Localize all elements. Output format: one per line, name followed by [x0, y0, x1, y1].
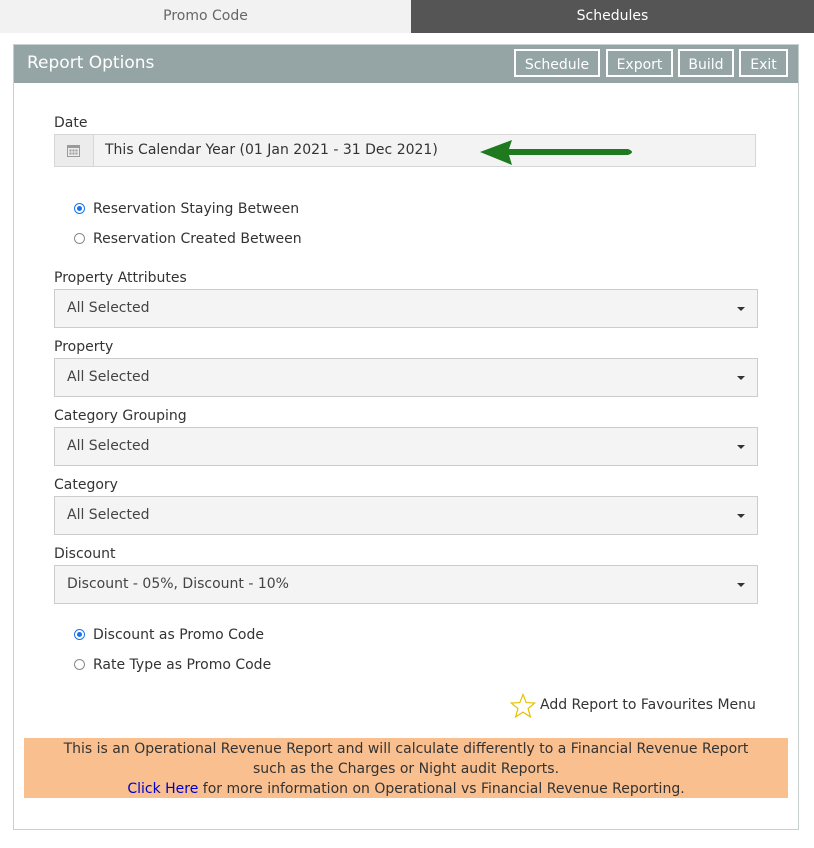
radio-label: Discount as Promo Code: [93, 627, 264, 643]
property-attributes-select[interactable]: All Selected: [54, 289, 758, 328]
caret-down-icon: [737, 445, 745, 449]
select-value: Discount - 05%, Discount - 10%: [67, 576, 289, 592]
select-value: All Selected: [67, 369, 150, 385]
notice-line-3: Click Here for more information on Opera…: [24, 779, 788, 799]
property-select[interactable]: All Selected: [54, 358, 758, 397]
tab-bar: Promo Code Schedules: [0, 0, 814, 33]
caret-down-icon: [737, 583, 745, 587]
select-value: All Selected: [67, 507, 150, 523]
schedule-button[interactable]: Schedule: [514, 49, 600, 77]
panel-header: Report Options Schedule Export Build Exi…: [14, 45, 798, 83]
category-grouping-select[interactable]: All Selected: [54, 427, 758, 466]
build-button[interactable]: Build: [678, 49, 734, 77]
exit-button[interactable]: Exit: [739, 49, 788, 77]
radio-label: Reservation Created Between: [93, 231, 302, 247]
property-label: Property: [54, 339, 114, 355]
radio-label: Reservation Staying Between: [93, 201, 300, 217]
select-value: All Selected: [67, 300, 150, 316]
property-attributes-label: Property Attributes: [54, 270, 187, 286]
radio-button[interactable]: [74, 203, 85, 214]
tab-schedules[interactable]: Schedules: [411, 0, 814, 33]
date-addon[interactable]: [55, 135, 94, 166]
caret-down-icon: [737, 307, 745, 311]
radio-button[interactable]: [74, 233, 85, 244]
tab-promo-code[interactable]: Promo Code: [0, 0, 411, 33]
radio-reservation-created[interactable]: Reservation Created Between: [74, 230, 334, 248]
category-grouping-label: Category Grouping: [54, 408, 187, 424]
radio-rate-type-as-promo[interactable]: Rate Type as Promo Code: [74, 656, 314, 674]
export-button[interactable]: Export: [606, 49, 673, 77]
discount-select[interactable]: Discount - 05%, Discount - 10%: [54, 565, 758, 604]
calendar-icon: [67, 145, 80, 157]
notice-line-2: such as the Charges or Night audit Repor…: [252, 761, 560, 777]
radio-reservation-staying[interactable]: Reservation Staying Between: [74, 200, 334, 218]
click-here-link[interactable]: Click Here: [127, 781, 198, 797]
radio-button[interactable]: [74, 629, 85, 640]
notice-line-1: This is an Operational Revenue Report an…: [63, 741, 749, 757]
select-value: All Selected: [67, 438, 150, 454]
category-select[interactable]: All Selected: [54, 496, 758, 535]
radio-button[interactable]: [74, 659, 85, 670]
date-label: Date: [54, 115, 88, 131]
notice-line-3-text: for more information on Operational vs F…: [198, 781, 685, 797]
green-arrow-icon: [480, 140, 632, 165]
star-icon[interactable]: [510, 693, 536, 719]
report-options-panel: Report Options Schedule Export Build Exi…: [13, 44, 799, 830]
add-to-favourites-button[interactable]: Add Report to Favourites Menu: [510, 693, 760, 721]
radio-discount-as-promo[interactable]: Discount as Promo Code: [74, 626, 314, 644]
date-range-value: This Calendar Year (01 Jan 2021 - 31 Dec…: [105, 142, 438, 158]
operational-revenue-notice: This is an Operational Revenue Report an…: [24, 738, 788, 798]
category-label: Category: [54, 477, 118, 493]
caret-down-icon: [737, 514, 745, 518]
caret-down-icon: [737, 376, 745, 380]
panel-title: Report Options: [27, 53, 155, 73]
favourites-label: Add Report to Favourites Menu: [540, 697, 756, 713]
radio-label: Rate Type as Promo Code: [93, 657, 272, 673]
discount-label: Discount: [54, 546, 116, 562]
date-range-field[interactable]: This Calendar Year (01 Jan 2021 - 31 Dec…: [54, 134, 756, 167]
